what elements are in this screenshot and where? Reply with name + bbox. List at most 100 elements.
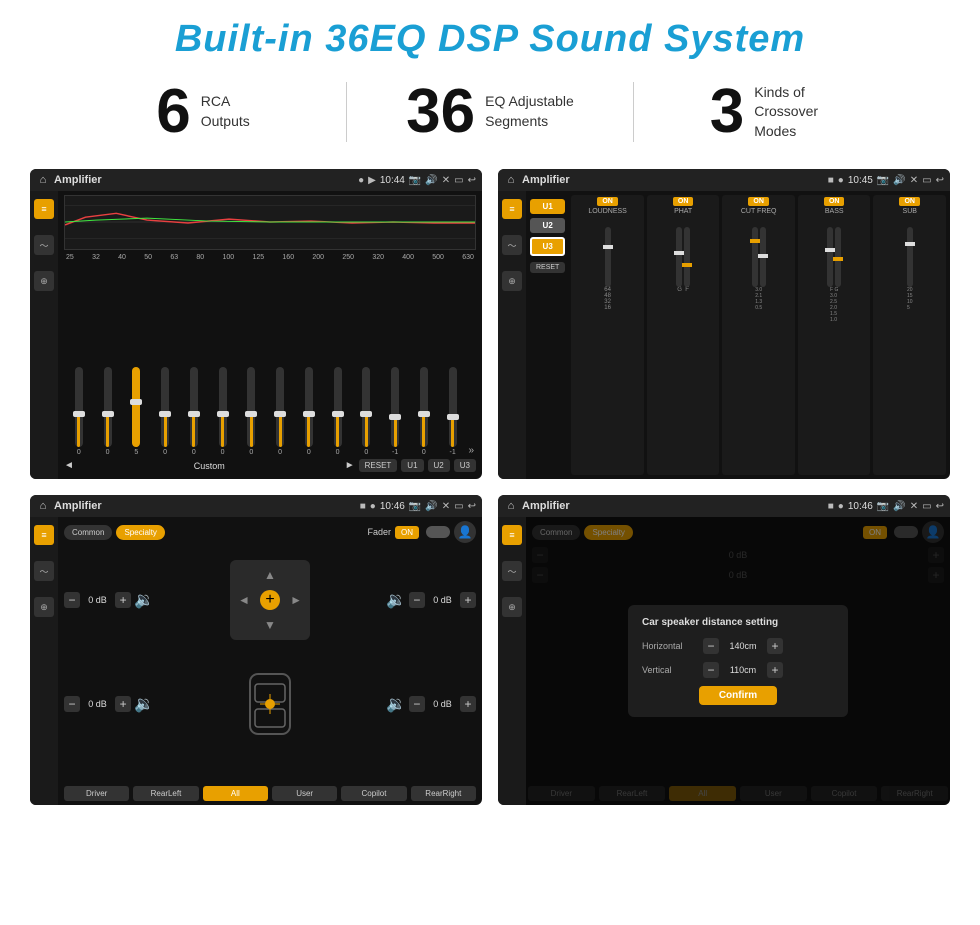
slider-col-14[interactable]: -1 bbox=[440, 367, 466, 456]
tab-common[interactable]: Common bbox=[64, 525, 112, 540]
fr-plus[interactable]: + bbox=[460, 592, 476, 608]
u3-btn[interactable]: U3 bbox=[454, 459, 476, 472]
prev-btn[interactable]: ◄ bbox=[64, 460, 74, 471]
slider-col-12[interactable]: -1 bbox=[382, 367, 408, 456]
speaker-icon-c[interactable]: ⊕ bbox=[502, 271, 522, 291]
slider-col-4[interactable]: 0 bbox=[152, 367, 178, 456]
camera-icon[interactable]: 📷 bbox=[409, 175, 421, 186]
rect-icon[interactable]: ▭ bbox=[454, 175, 463, 186]
loudness-on-btn[interactable]: ON bbox=[597, 197, 618, 206]
slider-col-9[interactable]: 0 bbox=[296, 367, 322, 456]
profile-icon-f[interactable]: 👤 bbox=[454, 521, 476, 543]
btn-user[interactable]: User bbox=[272, 786, 337, 801]
camera-icon-d[interactable]: 📷 bbox=[877, 501, 889, 512]
slider-col-3[interactable]: 5 bbox=[124, 367, 150, 456]
home-icon-c[interactable]: ⌂ bbox=[504, 173, 518, 187]
slider-col-1[interactable]: 0 bbox=[66, 367, 92, 456]
speaker-icon[interactable]: ⊕ bbox=[34, 271, 54, 291]
up-arrow-icon[interactable]: ▲ bbox=[264, 568, 276, 582]
btn-rearleft[interactable]: RearLeft bbox=[133, 786, 198, 801]
reset-btn-eq[interactable]: RESET bbox=[359, 459, 398, 472]
fr-minus[interactable]: − bbox=[409, 592, 425, 608]
cross-channels: ON LOUDNESS 64483216 ON PHAT bbox=[571, 195, 946, 475]
volume-icon[interactable]: 🔊 bbox=[425, 175, 437, 186]
rect-icon-f[interactable]: ▭ bbox=[454, 501, 463, 512]
next-btn[interactable]: ► bbox=[345, 460, 355, 471]
wave-icon[interactable]: 〜 bbox=[34, 235, 54, 255]
fl-plus[interactable]: + bbox=[115, 592, 131, 608]
slider-col-2[interactable]: 0 bbox=[95, 367, 121, 456]
fader-on-btn[interactable]: ON bbox=[395, 526, 419, 539]
play-icon[interactable]: ▶ bbox=[368, 175, 376, 186]
speaker-icon-d[interactable]: ⊕ bbox=[502, 597, 522, 617]
btn-all[interactable]: All bbox=[203, 786, 268, 801]
close-icon-eq[interactable]: ✕ bbox=[442, 175, 450, 186]
u2-btn[interactable]: U2 bbox=[428, 459, 450, 472]
back-icon[interactable]: ↩ bbox=[468, 175, 476, 186]
bass-on-btn[interactable]: ON bbox=[824, 197, 845, 206]
fader-switch[interactable] bbox=[426, 526, 450, 538]
speaker-icon-f[interactable]: ⊕ bbox=[34, 597, 54, 617]
vertical-minus[interactable]: − bbox=[703, 662, 719, 678]
reset-btn-cross[interactable]: RESET bbox=[530, 262, 565, 273]
btn-copilot[interactable]: Copilot bbox=[341, 786, 406, 801]
right-arrow-icon[interactable]: ► bbox=[290, 593, 302, 607]
btn-driver[interactable]: Driver bbox=[64, 786, 129, 801]
back-icon-f[interactable]: ↩ bbox=[468, 501, 476, 512]
eq-sliders-area: 0 0 5 0 0 bbox=[64, 263, 476, 456]
eq-icon[interactable]: ≡ bbox=[34, 199, 54, 219]
down-arrow-icon[interactable]: ▼ bbox=[264, 618, 276, 632]
rl-plus[interactable]: + bbox=[115, 696, 131, 712]
close-icon-f[interactable]: ✕ bbox=[442, 501, 450, 512]
fader-time: 10:46 bbox=[380, 501, 405, 512]
back-icon-d[interactable]: ↩ bbox=[936, 501, 944, 512]
close-icon-d[interactable]: ✕ bbox=[910, 501, 918, 512]
more-btn[interactable]: » bbox=[469, 445, 475, 456]
home-icon[interactable]: ⌂ bbox=[36, 173, 50, 187]
fl-minus[interactable]: − bbox=[64, 592, 80, 608]
u2-sel-btn[interactable]: U2 bbox=[530, 218, 565, 233]
eq-icon-c[interactable]: ≡ bbox=[502, 199, 522, 219]
rect-icon-d[interactable]: ▭ bbox=[922, 501, 931, 512]
rect-icon-c[interactable]: ▭ bbox=[922, 175, 931, 186]
home-icon-d[interactable]: ⌂ bbox=[504, 499, 518, 513]
u1-sel-btn[interactable]: U1 bbox=[530, 199, 565, 214]
tab-specialty[interactable]: Specialty bbox=[116, 525, 164, 540]
u1-btn[interactable]: U1 bbox=[401, 459, 423, 472]
eq-icon-f[interactable]: ≡ bbox=[34, 525, 54, 545]
rl-minus[interactable]: − bbox=[64, 696, 80, 712]
rr-minus[interactable]: − bbox=[409, 696, 425, 712]
horizontal-minus[interactable]: − bbox=[703, 638, 719, 654]
left-arrow-icon[interactable]: ◄ bbox=[238, 593, 250, 607]
volume-icon-d[interactable]: 🔊 bbox=[893, 501, 905, 512]
slider-col-6[interactable]: 0 bbox=[210, 367, 236, 456]
eq-icon-d[interactable]: ≡ bbox=[502, 525, 522, 545]
wave-icon-f[interactable]: 〜 bbox=[34, 561, 54, 581]
horizontal-plus[interactable]: + bbox=[767, 638, 783, 654]
rr-plus[interactable]: + bbox=[460, 696, 476, 712]
btn-rearright[interactable]: RearRight bbox=[411, 786, 476, 801]
home-icon-f[interactable]: ⌂ bbox=[36, 499, 50, 513]
slider-col-7[interactable]: 0 bbox=[239, 367, 265, 456]
cutfreq-on-btn[interactable]: ON bbox=[748, 197, 769, 206]
close-icon-c[interactable]: ✕ bbox=[910, 175, 918, 186]
volume-icon-c[interactable]: 🔊 bbox=[893, 175, 905, 186]
freq-50: 50 bbox=[144, 254, 152, 261]
camera-icon-c[interactable]: 📷 bbox=[877, 175, 889, 186]
sub-on-btn[interactable]: ON bbox=[899, 197, 920, 206]
volume-icon-f[interactable]: 🔊 bbox=[425, 501, 437, 512]
u3-sel-btn[interactable]: U3 bbox=[530, 237, 565, 256]
slider-col-10[interactable]: 0 bbox=[325, 367, 351, 456]
slider-col-8[interactable]: 0 bbox=[267, 367, 293, 456]
wave-icon-c[interactable]: 〜 bbox=[502, 235, 522, 255]
camera-icon-f[interactable]: 📷 bbox=[409, 501, 421, 512]
confirm-button[interactable]: Confirm bbox=[699, 686, 777, 705]
dist-screen-inner: ≡ 〜 ⊕ Common Specialty ON 👤 − 0 dB bbox=[498, 517, 950, 805]
slider-col-11[interactable]: 0 bbox=[354, 367, 380, 456]
slider-col-13[interactable]: 0 bbox=[411, 367, 437, 456]
slider-col-5[interactable]: 0 bbox=[181, 367, 207, 456]
phat-on-btn[interactable]: ON bbox=[673, 197, 694, 206]
vertical-plus[interactable]: + bbox=[767, 662, 783, 678]
back-icon-c[interactable]: ↩ bbox=[936, 175, 944, 186]
wave-icon-d[interactable]: 〜 bbox=[502, 561, 522, 581]
